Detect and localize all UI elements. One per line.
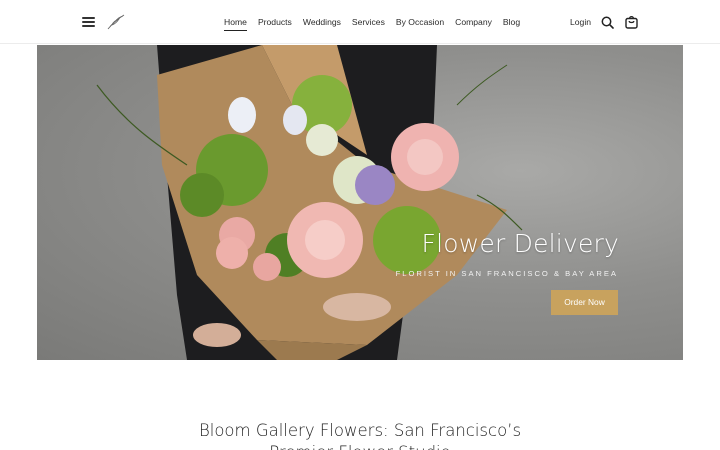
login-link[interactable]: Login — [570, 0, 591, 44]
hero-banner: Flower Delivery FLORIST IN SAN FRANCISCO… — [37, 45, 683, 360]
main-nav: Home Products Weddings Services By Occas… — [224, 0, 520, 44]
nav-item-weddings[interactable]: Weddings — [303, 0, 341, 44]
hero-subtitle: FLORIST IN SAN FRANCISCO & BAY AREA — [395, 269, 618, 278]
nav-item-company[interactable]: Company — [455, 0, 492, 44]
search-icon[interactable] — [601, 16, 614, 29]
site-header: Home Products Weddings Services By Occas… — [0, 0, 720, 44]
order-now-button[interactable]: Order Now — [551, 290, 618, 315]
shopping-bag-icon[interactable] — [625, 15, 638, 29]
nav-item-home[interactable]: Home — [224, 0, 247, 44]
section-title: Bloom Gallery Flowers: San Francisco’s P… — [0, 420, 720, 450]
nav-item-products[interactable]: Products — [258, 0, 292, 44]
nav-item-blog[interactable]: Blog — [503, 0, 520, 44]
hamburger-menu-icon[interactable] — [82, 15, 95, 27]
nav-item-services[interactable]: Services — [352, 0, 385, 44]
section-title-text: Bloom Gallery Flowers: San Francisco’s P… — [198, 421, 522, 450]
nav-item-by-occasion[interactable]: By Occasion — [396, 0, 444, 44]
leaf-logo-icon[interactable] — [106, 14, 126, 30]
hero-title: Flower Delivery — [421, 229, 619, 258]
